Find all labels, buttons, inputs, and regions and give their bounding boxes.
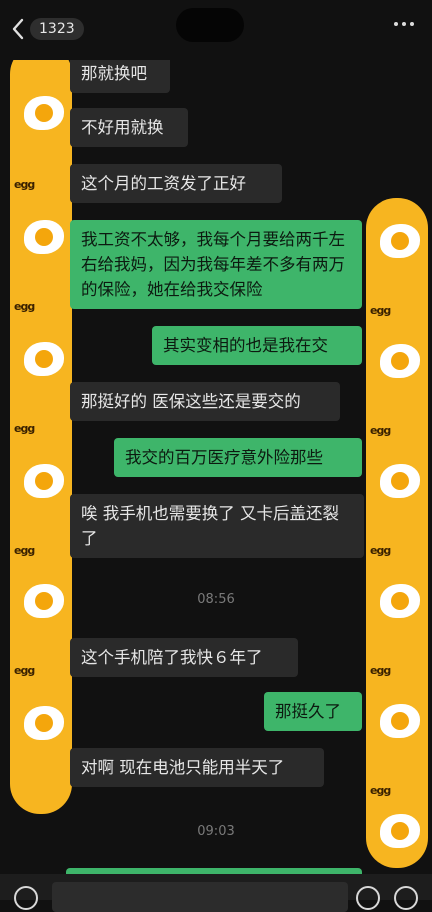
back-button[interactable]: 1323	[12, 18, 84, 40]
message-input-bar	[0, 874, 432, 912]
more-dot-icon	[402, 22, 406, 26]
egg-icon	[24, 342, 64, 376]
chevron-left-icon	[12, 18, 24, 40]
egg-label: egg	[370, 304, 391, 317]
message-bubble-received[interactable]: 那挺好的 医保这些还是要交的	[70, 382, 340, 421]
egg-label: egg	[14, 544, 35, 557]
egg-icon	[380, 344, 420, 378]
message-bubble-sent[interactable]: 那挺久了	[264, 692, 362, 731]
message-bubble-received[interactable]: 这个手机陪了我快６年了	[70, 638, 298, 677]
message-bubble-received[interactable]: 这个月的工资发了正好	[70, 164, 282, 203]
message-timestamp: 08:56	[197, 592, 235, 607]
message-bubble-sent[interactable]: 我工资不太够，我每个月要给两千左右给我妈，因为我每年差不多有两万的保险，她在给我…	[70, 220, 362, 309]
message-input[interactable]	[52, 882, 348, 912]
egg-icon	[24, 464, 64, 498]
unread-count-badge: 1323	[30, 18, 84, 40]
voice-input-button[interactable]	[14, 886, 38, 910]
add-attachment-button[interactable]	[394, 886, 418, 910]
egg-icon	[24, 706, 64, 740]
message-bubble-sent[interactable]: 其实变相的也是我在交	[152, 326, 362, 365]
more-options-button[interactable]	[394, 22, 414, 26]
more-dot-icon	[410, 22, 414, 26]
egg-label: egg	[370, 664, 391, 677]
egg-label: egg	[370, 784, 391, 797]
message-bubble-sent[interactable]: 我交的百万医疗意外险那些	[114, 438, 362, 477]
more-dot-icon	[394, 22, 398, 26]
egg-icon	[24, 96, 64, 130]
egg-icon	[24, 220, 64, 254]
egg-icon	[380, 704, 420, 738]
chat-header: 1323	[0, 0, 432, 60]
egg-label: egg	[14, 178, 35, 191]
egg-icon	[380, 464, 420, 498]
emoji-button[interactable]	[356, 886, 380, 910]
message-timestamp: 09:03	[197, 824, 235, 839]
avatar-cover-left: egg egg egg egg egg	[10, 44, 72, 814]
camera-notch	[176, 8, 244, 42]
egg-label: egg	[14, 664, 35, 677]
message-bubble-received[interactable]: 对啊 现在电池只能用半天了	[70, 748, 324, 787]
message-bubble-received[interactable]: 唉 我手机也需要换了 又卡后盖还裂了	[70, 494, 364, 558]
egg-icon	[380, 224, 420, 258]
egg-label: egg	[14, 300, 35, 313]
message-bubble-received[interactable]: 不好用就换	[70, 108, 188, 147]
egg-label: egg	[370, 424, 391, 437]
egg-label: egg	[14, 422, 35, 435]
avatar-cover-right: egg egg egg egg egg	[366, 198, 428, 868]
egg-label: egg	[370, 544, 391, 557]
